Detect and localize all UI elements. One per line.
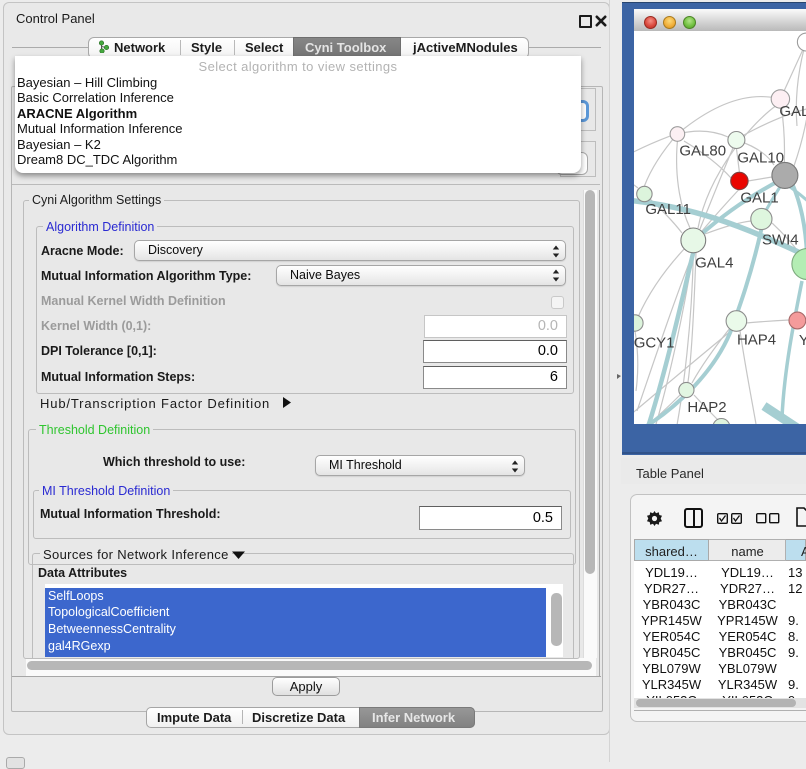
svg-text:GAL1: GAL1	[740, 190, 778, 207]
svg-text:SWI4: SWI4	[762, 231, 799, 248]
svg-text:GAL11: GAL11	[645, 201, 691, 218]
svg-text:HAP2: HAP2	[687, 399, 726, 416]
svg-text:GAL80: GAL80	[679, 142, 726, 159]
svg-text:HAP4: HAP4	[737, 331, 776, 348]
svg-text:GCY1: GCY1	[634, 334, 675, 351]
svg-text:GAL4: GAL4	[695, 254, 733, 271]
svg-text:GAL: GAL	[779, 103, 806, 120]
svg-text:Y: Y	[798, 332, 805, 349]
svg-text:GAL10: GAL10	[737, 150, 784, 167]
